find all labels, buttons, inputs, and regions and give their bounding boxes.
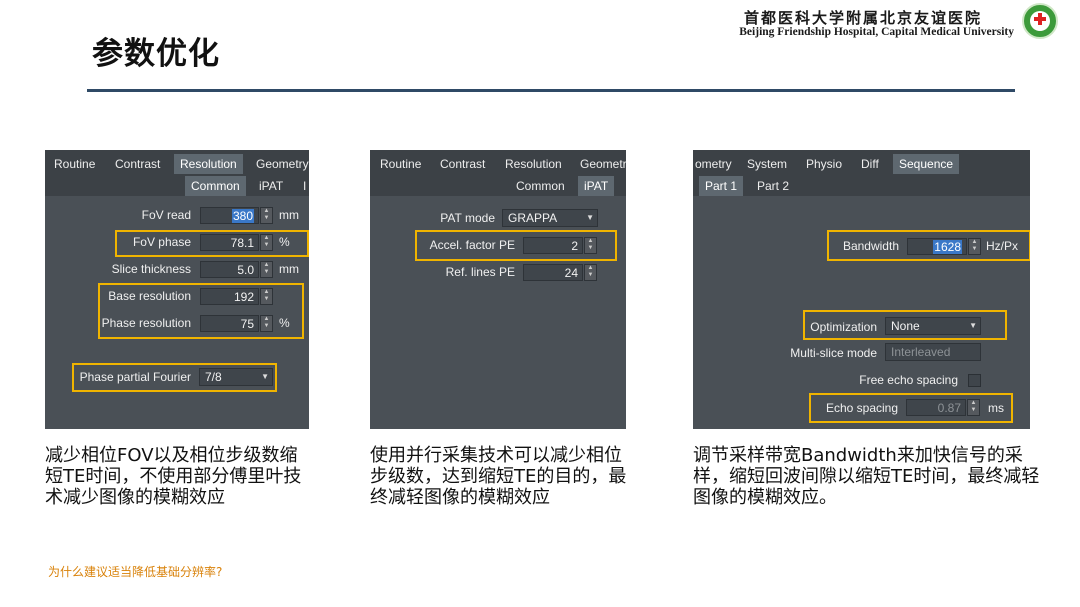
ipat-panel: Routine Contrast Resolution Geometr Comm… (370, 150, 626, 429)
footnote-question[interactable]: 为什么建议适当降低基础分辨率? (48, 563, 222, 580)
hospital-name-cn: 首都医科大学附属北京友谊医院 (743, 9, 982, 27)
tab-contrast[interactable]: Contrast (434, 154, 491, 174)
ref-lines-spinner[interactable]: ▲ ▼ (584, 264, 597, 281)
tab-common[interactable]: Common (510, 176, 571, 196)
sub-tab-bar: Part 1 Part 2 (693, 174, 1030, 196)
title-divider (87, 89, 1015, 92)
main-tab-bar: ometry System Physio Diff Sequence (693, 150, 1030, 174)
caption-sequence: 调节采样带宽Bandwidth来加快信号的采样，缩短回波间隙以缩短TE时间，最终… (693, 445, 1040, 508)
highlight-bandwidth (827, 230, 1030, 261)
free-echo-spacing-label: Free echo spacing (859, 373, 958, 387)
tab-ipat[interactable]: iPAT (253, 176, 289, 196)
free-echo-spacing-checkbox[interactable] (968, 374, 981, 387)
slice-thickness-spinner[interactable]: ▲ ▼ (260, 261, 273, 278)
resolution-panel: Routine Contrast Resolution Geometry Com… (45, 150, 309, 429)
tab-geometry[interactable]: Geometry (250, 154, 309, 174)
multi-slice-mode-label: Multi-slice mode (790, 346, 877, 360)
slice-thickness-unit: mm (279, 262, 299, 276)
tab-diff[interactable]: Diff (855, 154, 885, 174)
main-tab-bar: Routine Contrast Resolution Geometry (45, 150, 309, 174)
tab-physio[interactable]: Physio (800, 154, 848, 174)
fov-read-unit: mm (279, 208, 299, 222)
sequence-panel: ometry System Physio Diff Sequence Part … (693, 150, 1030, 429)
tab-routine[interactable]: Routine (374, 154, 427, 174)
tab-contrast[interactable]: Contrast (109, 154, 166, 174)
tab-sequence[interactable]: Sequence (893, 154, 960, 174)
pat-mode-select[interactable]: GRAPPA ▼ (502, 209, 598, 227)
tab-more[interactable]: I (297, 176, 309, 196)
tab-resolution[interactable]: Resolution (174, 154, 243, 174)
tab-part-1[interactable]: Part 1 (699, 176, 744, 196)
highlight-optimization (803, 310, 1007, 340)
slide-title: 参数优化 (92, 36, 220, 72)
slice-thickness-input[interactable]: 5.0 (200, 261, 259, 278)
chevron-down-icon: ▼ (586, 213, 594, 222)
tab-part-2[interactable]: Part 2 (751, 176, 795, 196)
pat-mode-label: PAT mode (440, 211, 495, 225)
ref-lines-input[interactable]: 24 (523, 264, 583, 281)
sub-tab-bar: Common iPAT (370, 174, 626, 196)
hospital-logo-icon (1022, 3, 1058, 39)
highlight-resolution (98, 283, 304, 339)
sub-tab-bar: Common iPAT I (45, 174, 309, 196)
tab-ipat[interactable]: iPAT (578, 176, 615, 196)
hospital-name-en: Beijing Friendship Hospital, Capital Med… (739, 26, 1014, 38)
tab-geometry[interactable]: Geometr (574, 154, 626, 174)
tab-system[interactable]: System (741, 154, 793, 174)
tab-geometry[interactable]: ometry (693, 154, 738, 174)
slice-thickness-label: Slice thickness (111, 262, 191, 276)
fov-read-spinner[interactable]: ▲ ▼ (260, 207, 273, 224)
multi-slice-mode-select[interactable]: Interleaved (885, 343, 981, 361)
tab-routine[interactable]: Routine (48, 154, 101, 174)
highlight-echo-spacing (809, 393, 1013, 423)
tab-resolution[interactable]: Resolution (499, 154, 568, 174)
fov-read-label: FoV read (141, 208, 191, 222)
highlight-accel-factor (415, 230, 617, 261)
fov-read-input[interactable]: 380 (200, 207, 259, 224)
tab-common[interactable]: Common (185, 176, 246, 196)
caption-ipat: 使用并行采集技术可以减少相位步级数，达到缩短TE的目的，最终减轻图像的模糊效应 (370, 445, 627, 508)
highlight-fov-phase (115, 230, 309, 257)
ref-lines-label: Ref. lines PE (445, 265, 515, 279)
caption-resolution: 减少相位FOV以及相位步级数缩短TE时间，不使用部分傅里叶技术减少图像的模糊效应 (45, 445, 302, 508)
highlight-partial-fourier (72, 363, 277, 392)
main-tab-bar: Routine Contrast Resolution Geometr (370, 150, 626, 174)
